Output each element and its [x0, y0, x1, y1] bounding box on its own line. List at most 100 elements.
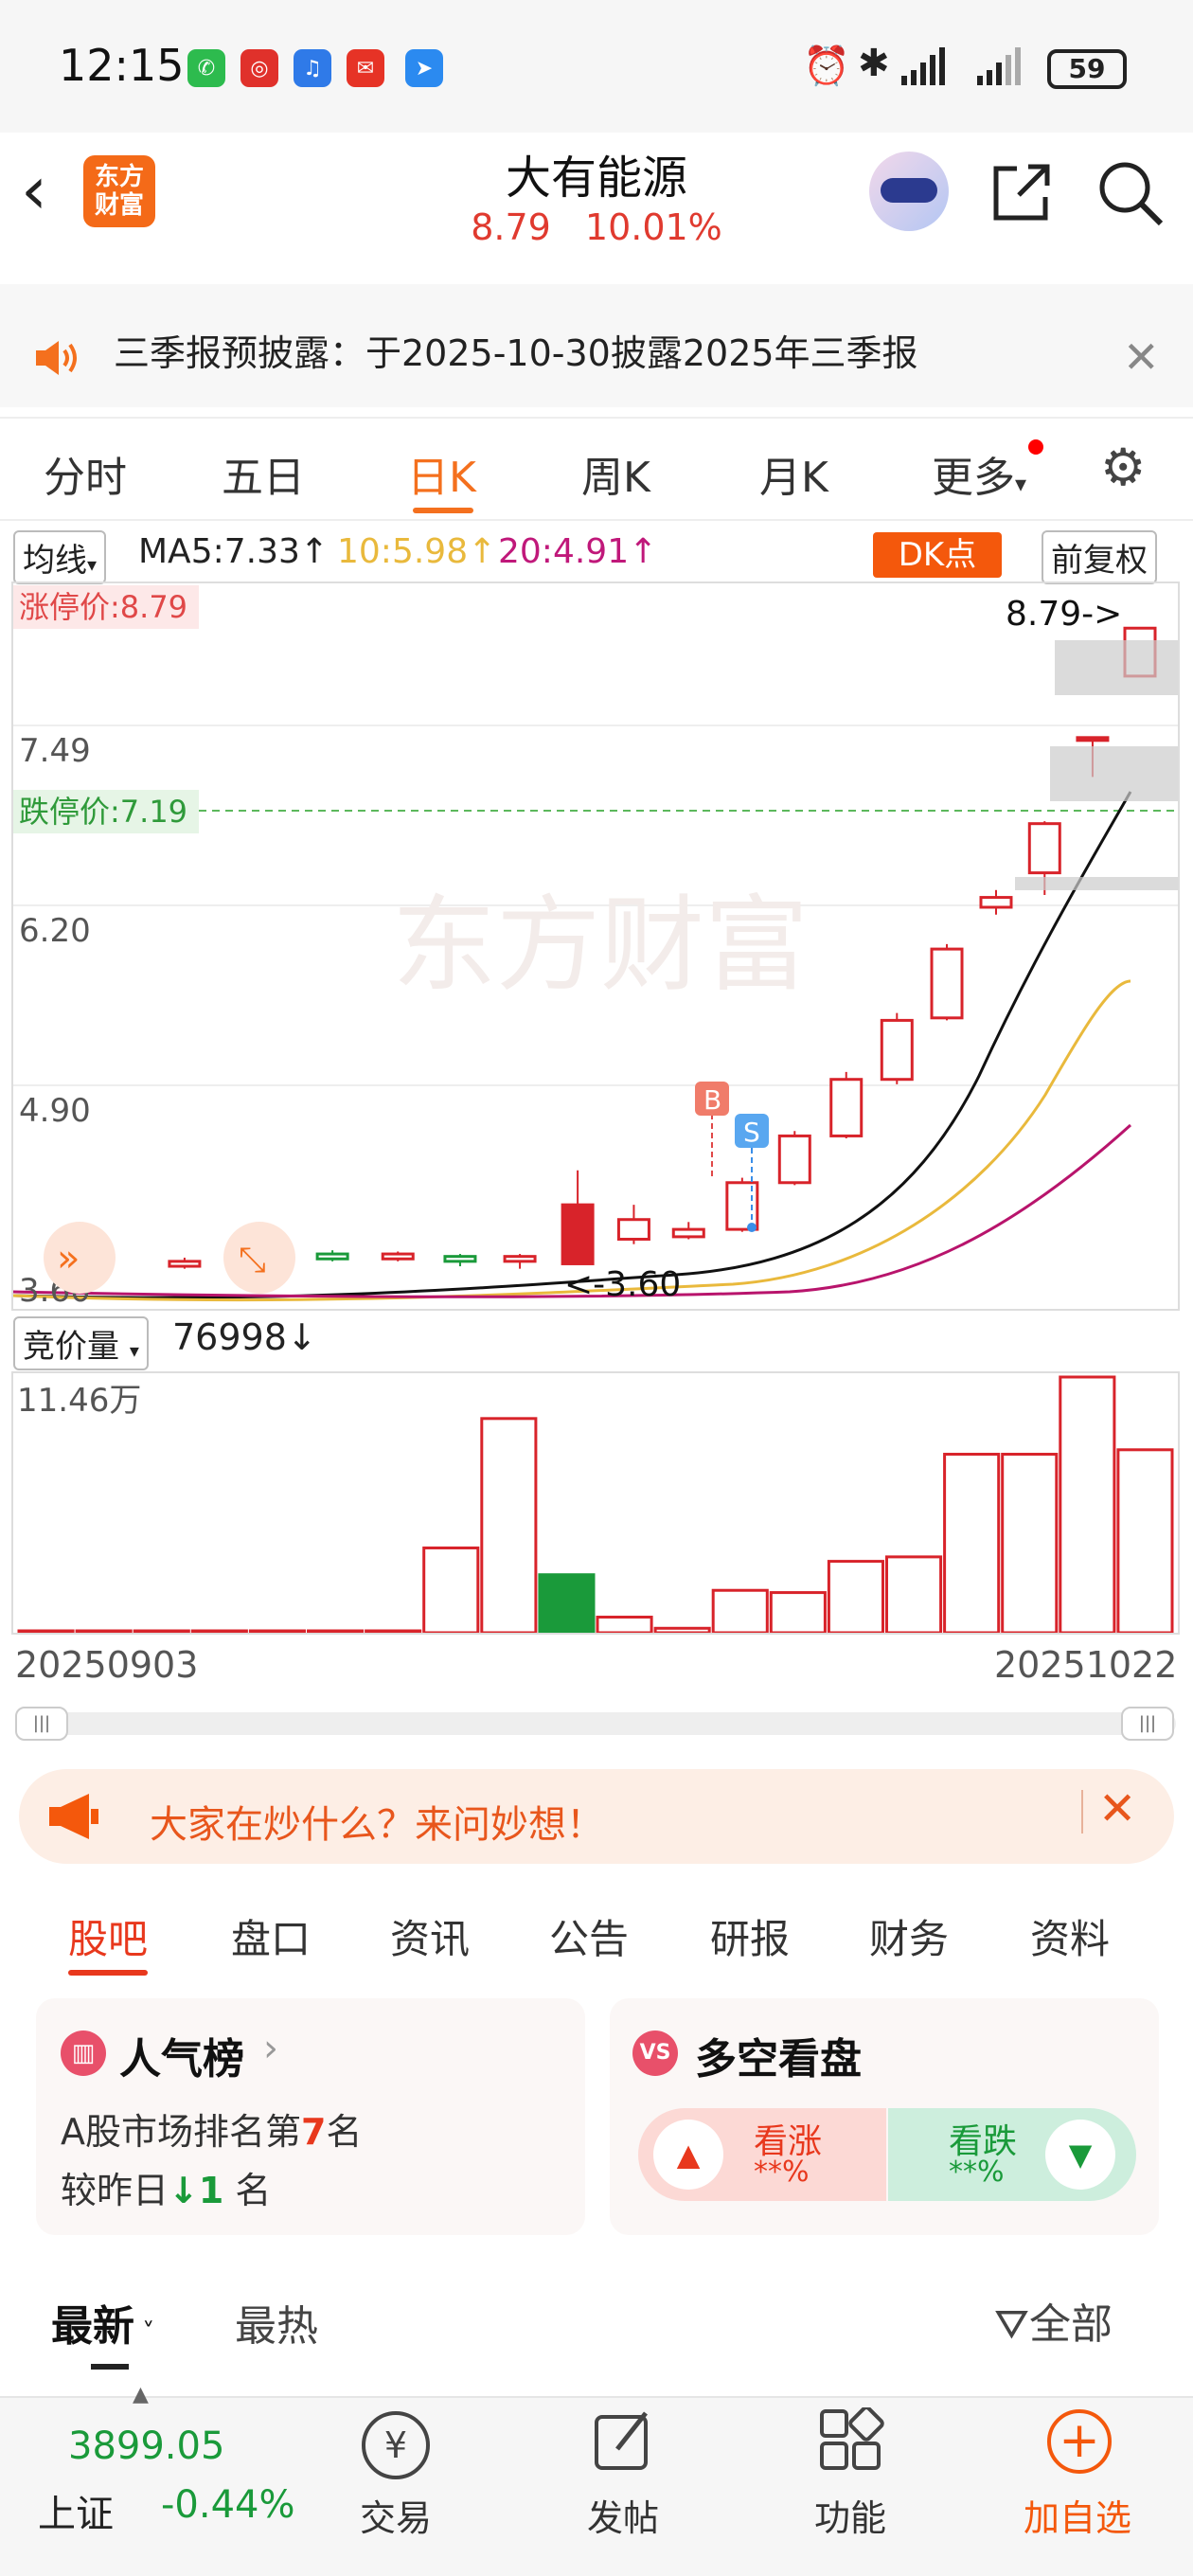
candle-body [381, 1252, 415, 1261]
tab-daily-k[interactable]: 日K [407, 443, 476, 504]
sentiment-title: 多空看盘 [695, 2035, 862, 2084]
expand-left-button[interactable]: » [44, 1222, 116, 1294]
tab-more[interactable]: 更多▾ [932, 443, 1026, 504]
rank-number: 7 [301, 2111, 327, 2153]
tab-financials[interactable]: 财务 [869, 1907, 949, 1965]
resistance-zone [1055, 640, 1178, 695]
rank-suffix: 名 [326, 2111, 363, 2153]
ma5-value: MA5:7.33↑ [138, 532, 329, 571]
high-price-annotation: 8.79-> [1006, 595, 1122, 634]
dingtalk-icon: ➤ [405, 49, 443, 87]
volume-bar [365, 1629, 422, 1633]
compose-icon[interactable] [591, 2407, 657, 2474]
add-watchlist-icon[interactable]: + [1047, 2409, 1112, 2474]
range-handle-right[interactable]: ||| [1121, 1707, 1174, 1741]
feed-filter-label: 全部 [1028, 2300, 1113, 2349]
start-date-label: 20250903 [15, 1644, 199, 1686]
tab-news[interactable]: 资讯 [390, 1907, 470, 1965]
volume-bar [133, 1629, 190, 1633]
ma-selector-label: 均线 [23, 542, 87, 580]
volume-bar [711, 1588, 769, 1633]
buy-marker[interactable]: B [695, 1082, 729, 1178]
tab-forum[interactable]: 股吧 [68, 1907, 148, 1965]
bearish-pct: **% [949, 2156, 1005, 2189]
feed-filter[interactable]: ⛛全部 [994, 2290, 1113, 2351]
candle-body [725, 1181, 759, 1231]
signal-icon [901, 47, 1021, 85]
trade-icon[interactable]: ¥ [362, 2411, 430, 2479]
volume-bar [422, 1546, 480, 1633]
feed-tab-indicator [91, 2364, 129, 2370]
ai-question-text: 大家在炒什么？来问妙想！ [150, 1803, 604, 1847]
adjust-button[interactable]: 前复权 [1042, 530, 1157, 584]
low-price-annotation: <-3.60 [564, 1265, 681, 1304]
volume-selector[interactable]: 竞价量 ▾ [13, 1316, 149, 1370]
grid-apps-icon[interactable] [818, 2407, 884, 2474]
nav-add-watchlist[interactable]: 加自选 [983, 2489, 1172, 2541]
volume-selector-label: 竞价量 [23, 1328, 119, 1366]
candle-body [443, 1255, 477, 1263]
tab-monthly-k[interactable]: 月K [759, 443, 828, 504]
volume-bar [1059, 1375, 1116, 1633]
feed-tab-hot[interactable]: 最热 [235, 2292, 318, 2352]
speaker-icon [36, 341, 77, 375]
candle-body [671, 1227, 705, 1239]
volume-bar [538, 1573, 596, 1633]
ai-assistant-icon[interactable] [869, 152, 949, 231]
ma-selector[interactable]: 均线▾ [13, 530, 107, 584]
candle-body [616, 1218, 650, 1241]
candle-body [930, 947, 964, 1020]
end-date-label: 20251022 [994, 1644, 1178, 1686]
svg-text:»: » [57, 1237, 80, 1280]
voice-icon: ♫ [294, 49, 331, 87]
volume-bar [653, 1626, 711, 1633]
tab-profile[interactable]: 资料 [1030, 1907, 1110, 1965]
ma20-value: 20:4.91↑ [498, 532, 658, 571]
candle-body [979, 896, 1013, 909]
nav-trade[interactable]: 交易 [301, 2489, 490, 2541]
volume-bar [885, 1555, 943, 1633]
ranking-icon: ▥ [61, 2030, 106, 2076]
divider [1081, 1790, 1083, 1834]
index-value[interactable]: 3899.05 [68, 2424, 224, 2468]
tab-announcements[interactable]: 公告 [549, 1907, 629, 1965]
tab-research[interactable]: 研报 [710, 1907, 790, 1965]
buy-marker-label: B [703, 1084, 721, 1116]
nav-functions[interactable]: 功能 [756, 2489, 945, 2541]
volume-chart[interactable]: 11.46万 [11, 1371, 1180, 1635]
volume-bar [17, 1629, 75, 1633]
kline-chart[interactable]: 东方财富 涨停价:8.79 跌停价:7.19 7.49 6.20 4.90 3.… [11, 581, 1180, 1311]
volume-bar [827, 1560, 885, 1633]
tab-order-book[interactable]: 盘口 [231, 1907, 311, 1965]
dk-point-button[interactable]: DK点 [873, 532, 1002, 578]
bullish-pct: **% [754, 2156, 810, 2189]
resistance-zone [1050, 746, 1178, 801]
candle-body [168, 1260, 202, 1268]
candle-body [1027, 822, 1061, 875]
volume-bar [480, 1417, 538, 1633]
close-icon[interactable]: ✕ [1123, 331, 1160, 383]
volume-bar [943, 1453, 1001, 1633]
nav-post[interactable]: 发帖 [528, 2489, 718, 2541]
volume-bar [190, 1629, 248, 1633]
index-name[interactable]: 上证 [38, 2483, 114, 2538]
settings-gear-icon[interactable]: ⚙ [1100, 438, 1146, 497]
range-handle-left[interactable]: ||| [15, 1707, 68, 1741]
chevron-right-icon: › [263, 2027, 278, 2070]
expand-chart-button[interactable]: ⤡ [223, 1222, 295, 1294]
chart-range-scrollbar[interactable] [15, 1712, 1176, 1735]
candle-body [1076, 736, 1110, 742]
alarm-icon: ⏰ [803, 45, 850, 88]
netease-icon: ◎ [240, 49, 278, 87]
popularity-change-line: 较昨日↓1 名 [61, 2161, 271, 2213]
feed-tab-latest[interactable]: 最新 ˅ [51, 2292, 154, 2352]
search-icon[interactable] [1095, 157, 1166, 229]
volume-bar [1116, 1448, 1174, 1633]
tab-more-label: 更多 [932, 454, 1015, 502]
index-change[interactable]: -0.44% [161, 2483, 295, 2527]
tab-weekly-k[interactable]: 周K [581, 443, 650, 504]
tab-intraday[interactable]: 分时 [44, 443, 127, 504]
tab-five-day[interactable]: 五日 [222, 443, 305, 504]
close-ai-bar-icon[interactable]: ✕ [1098, 1782, 1136, 1835]
share-icon[interactable] [988, 159, 1055, 225]
